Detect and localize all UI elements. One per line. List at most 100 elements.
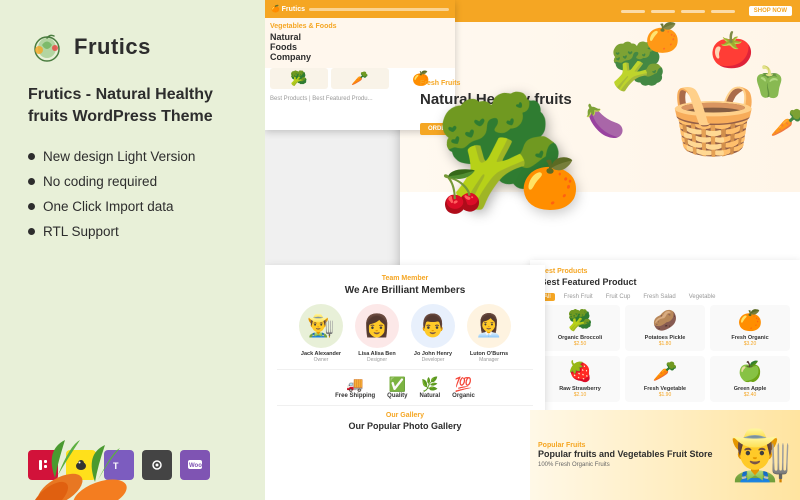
svg-text:🧺: 🧺 bbox=[670, 79, 757, 158]
avatar-1: 👨‍🌾 bbox=[299, 304, 343, 348]
store-text: Popular Fruits Popular fruits and Vegeta… bbox=[538, 442, 722, 469]
svg-text:🥕: 🥕 bbox=[770, 107, 800, 138]
stat-3: 🌿 Natural bbox=[420, 376, 441, 399]
stats-row: 🚚 Free Shipping ✅ Quality 🌿 Natural 💯 Or… bbox=[277, 369, 533, 405]
svg-text:🍅: 🍅 bbox=[710, 30, 754, 71]
hundred-icon: 💯 bbox=[452, 376, 475, 393]
product-card-3: 🍊 Fresh Organic $3.20 bbox=[710, 305, 790, 351]
features-list: New design Light Version No coding requi… bbox=[28, 149, 241, 239]
bullet-icon bbox=[28, 178, 35, 185]
product-price-5: $1.90 bbox=[629, 392, 701, 398]
tab-fresh-salad[interactable]: Fresh Salad bbox=[639, 293, 679, 301]
stat-val-2: Quality bbox=[387, 393, 407, 399]
tab-fresh-fruit[interactable]: Fresh Fruit bbox=[560, 293, 597, 301]
preview-team-bottom: Team Member We Are Brilliant Members 👨‍🌾… bbox=[265, 265, 545, 500]
store-label: Popular Fruits bbox=[538, 442, 722, 449]
product-img-6: 🍏 bbox=[714, 360, 786, 384]
nav-bar-1 bbox=[621, 10, 645, 13]
trx-icon: T bbox=[104, 450, 134, 480]
nav-bar-3 bbox=[681, 10, 705, 13]
product-card-2: 🥔 Potatoes Pickle $1.80 bbox=[625, 305, 705, 351]
svg-text:🍊: 🍊 bbox=[645, 22, 681, 54]
svg-text:T: T bbox=[113, 461, 119, 471]
feature-item-1: New design Light Version bbox=[28, 149, 241, 164]
product-img-1: 🥦 bbox=[544, 309, 616, 333]
store-sub: 100% Fresh Organic Fruits bbox=[538, 462, 722, 468]
bullet-icon bbox=[28, 203, 35, 210]
preview-header-btn: SHOP NOW bbox=[749, 6, 792, 16]
products-label: Best Products bbox=[540, 268, 790, 275]
bullet-icon bbox=[28, 153, 35, 160]
orange-decor: 🍊 bbox=[520, 155, 580, 212]
brand-tagline: Frutics - Natural Healthy fruits WordPre… bbox=[28, 84, 241, 127]
team-member-1: 👨‍🌾 Jack Alexander Owner bbox=[296, 304, 346, 363]
products-title: Best Featured Product bbox=[540, 277, 790, 289]
brand-name: Frutics bbox=[74, 34, 151, 60]
tab-fruit-cup[interactable]: Fruit Cup bbox=[602, 293, 635, 301]
carrot-decoration bbox=[0, 390, 200, 500]
wd-icon bbox=[142, 450, 172, 480]
preview-site-header: 🍊 Frutics SHOP NOW bbox=[400, 0, 800, 22]
stat-2: ✅ Quality bbox=[387, 376, 407, 399]
truck-icon: 🚚 bbox=[335, 376, 375, 393]
woocommerce-icon: Woo bbox=[180, 450, 210, 480]
team-member-3: 👨 Jo John Henry Developer bbox=[408, 304, 458, 363]
feature-item-4: RTL Support bbox=[28, 224, 241, 239]
store-title: Popular fruits and Vegetables Fruit Stor… bbox=[538, 449, 722, 461]
plugin-icons: T Woo bbox=[28, 450, 241, 480]
gallery-label: Our Gallery bbox=[289, 412, 521, 419]
team-members: 👨‍🌾 Jack Alexander Owner 👩 Lisa Alisa Be… bbox=[277, 304, 533, 363]
mailchimp-icon bbox=[66, 450, 96, 480]
stat-val-3: Natural bbox=[420, 393, 441, 399]
member-role-2: Designer bbox=[352, 357, 402, 363]
product-price-3: $3.20 bbox=[714, 341, 786, 347]
team-member-4: 👩‍💼 Luton O'Burns Manager bbox=[464, 304, 514, 363]
product-price-2: $1.80 bbox=[629, 341, 701, 347]
product-img-5: 🥕 bbox=[629, 360, 701, 384]
logo-area: Frutics bbox=[28, 28, 241, 66]
stat-val-4: Organic bbox=[452, 393, 475, 399]
logo-icon bbox=[28, 28, 66, 66]
nav-bar-4 bbox=[711, 10, 735, 13]
member-role-1: Owner bbox=[296, 357, 346, 363]
store-banner: Popular Fruits Popular fruits and Vegeta… bbox=[530, 410, 800, 500]
preview-nav bbox=[621, 10, 735, 13]
small-preview-header: 🍊 Frutics bbox=[265, 0, 455, 18]
svg-text:Woo: Woo bbox=[189, 463, 202, 469]
svg-text:🫑: 🫑 bbox=[750, 64, 787, 99]
products-section: Best Products Best Featured Product All … bbox=[530, 260, 800, 416]
leaf-icon: 🌿 bbox=[420, 376, 441, 393]
team-member-2: 👩 Lisa Alisa Ben Designer bbox=[352, 304, 402, 363]
product-price-1: $2.50 bbox=[544, 341, 616, 347]
products-grid: 🥦 Organic Broccoli $2.50 🥔 Potatoes Pick… bbox=[540, 305, 790, 402]
product-card-4: 🍓 Raw Strawberry $2.10 bbox=[540, 356, 620, 402]
member-role-4: Manager bbox=[464, 357, 514, 363]
tab-vegetable[interactable]: Vegetable bbox=[685, 293, 720, 301]
product-card-5: 🥕 Fresh Vegetable $1.90 bbox=[625, 356, 705, 402]
avatar-4: 👩‍💼 bbox=[467, 304, 511, 348]
feature-item-2: No coding required bbox=[28, 174, 241, 189]
bullet-icon bbox=[28, 228, 35, 235]
stat-4: 💯 Organic bbox=[452, 376, 475, 399]
check-icon: ✅ bbox=[387, 376, 407, 393]
product-price-6: $2.40 bbox=[714, 392, 786, 398]
gallery-title: Our Popular Photo Gallery bbox=[289, 421, 521, 431]
left-panel: Frutics Frutics - Natural Healthy fruits… bbox=[0, 0, 265, 500]
cherry-decor: 🍒 bbox=[437, 168, 487, 215]
product-img-4: 🍓 bbox=[544, 360, 616, 384]
elementor-icon bbox=[28, 450, 58, 480]
gallery-section: Our Gallery Our Popular Photo Gallery bbox=[277, 405, 533, 437]
stat-val-1: Free Shipping bbox=[335, 393, 375, 399]
product-card-1: 🥦 Organic Broccoli $2.50 bbox=[540, 305, 620, 351]
product-img-3: 🍊 bbox=[714, 309, 786, 333]
team-label: Team Member bbox=[277, 275, 533, 282]
store-image: 👨‍🌾 bbox=[730, 430, 792, 480]
nav-bar-2 bbox=[651, 10, 675, 13]
preview-area: 🍊 Frutics SHOP NOW Fresh Fruits Natural … bbox=[265, 0, 800, 500]
product-card-6: 🍏 Green Apple $2.40 bbox=[710, 356, 790, 402]
product-price-4: $2.10 bbox=[544, 392, 616, 398]
member-role-3: Developer bbox=[408, 357, 458, 363]
avatar-3: 👨 bbox=[411, 304, 455, 348]
stat-1: 🚚 Free Shipping bbox=[335, 376, 375, 399]
product-tabs: All Fresh Fruit Fruit Cup Fresh Salad Ve… bbox=[540, 293, 790, 301]
